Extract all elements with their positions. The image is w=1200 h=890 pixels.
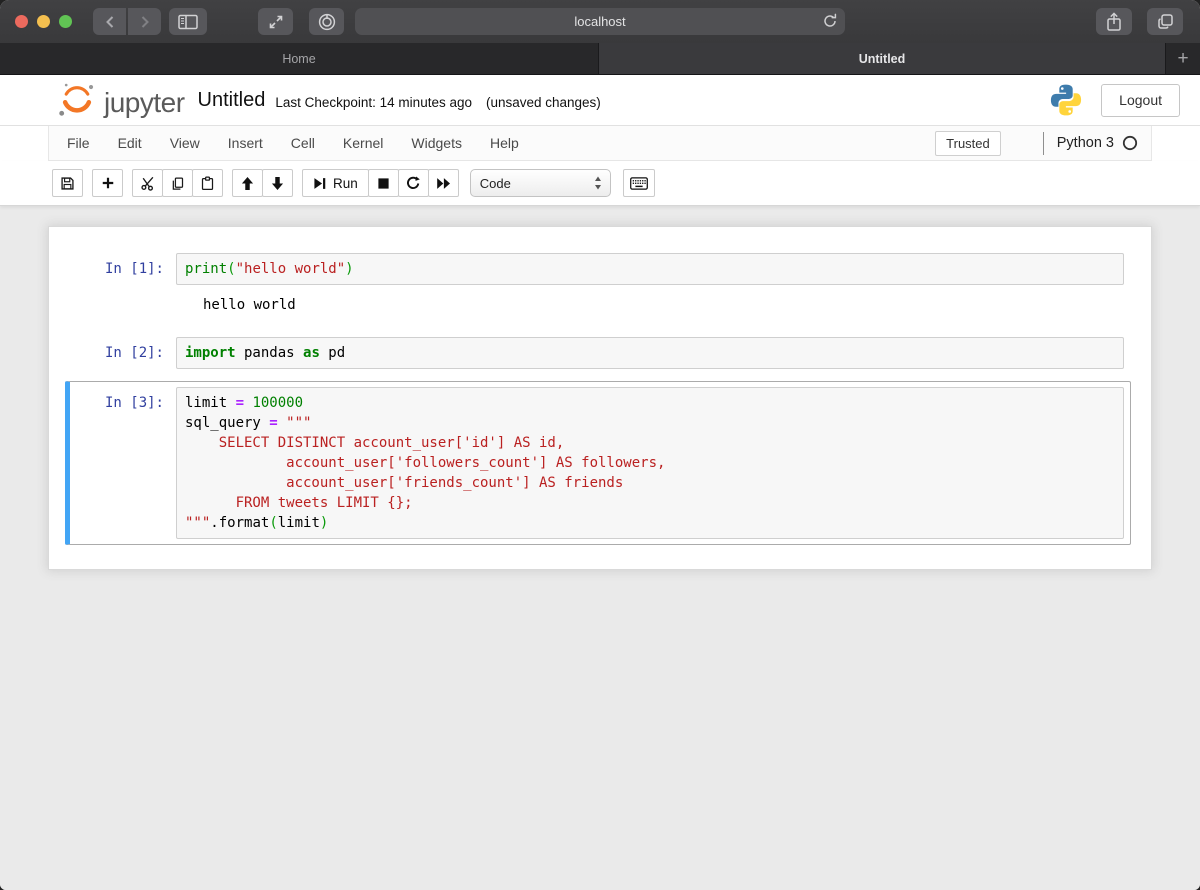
cell-type-select[interactable]: Code xyxy=(470,169,611,197)
minimize-window-button[interactable] xyxy=(37,15,50,28)
password-extension-button[interactable] xyxy=(309,8,344,35)
menu-widgets[interactable]: Widgets xyxy=(397,127,476,159)
save-icon xyxy=(60,176,75,191)
code-editor[interactable]: print("hello world") xyxy=(176,253,1124,285)
sidebar-icon xyxy=(178,14,198,30)
checkpoint-status: Last Checkpoint: 14 minutes ago xyxy=(275,91,472,110)
forward-button[interactable] xyxy=(128,8,161,35)
sidebar-toggle-button[interactable] xyxy=(169,8,207,35)
stop-icon xyxy=(377,177,390,190)
command-palette-button[interactable] xyxy=(623,169,655,197)
fast-forward-icon xyxy=(436,177,451,190)
share-button[interactable] xyxy=(1096,8,1132,35)
tab-untitled[interactable]: Untitled xyxy=(599,43,1166,74)
jupyter-logo[interactable]: jupyter xyxy=(57,82,185,118)
cut-cell-button[interactable] xyxy=(132,169,163,197)
menu-cell[interactable]: Cell xyxy=(277,127,329,159)
scissors-icon xyxy=(140,175,156,191)
menu-kernel[interactable]: Kernel xyxy=(329,127,397,159)
output-text: hello world xyxy=(203,295,296,315)
output-prompt-spacer xyxy=(70,295,176,315)
arrow-up-icon xyxy=(241,176,254,191)
code-cell-1[interactable]: In [1]: print("hello world") hello world xyxy=(65,247,1131,325)
kernel-idle-indicator xyxy=(1122,135,1138,151)
copy-cell-button[interactable] xyxy=(162,169,193,197)
run-icon xyxy=(313,177,326,190)
run-cell-button[interactable]: Run xyxy=(302,169,369,197)
move-cell-down-button[interactable] xyxy=(262,169,293,197)
copy-icon xyxy=(170,176,185,191)
tab-bar: Home Untitled + xyxy=(0,43,1200,75)
python-logo-icon xyxy=(1049,82,1083,118)
arrow-down-icon xyxy=(271,176,284,191)
kernel-circle-icon xyxy=(1122,135,1138,151)
keyhole-circle-icon xyxy=(318,13,336,31)
logout-button[interactable]: Logout xyxy=(1101,84,1180,117)
tab-overview-button[interactable] xyxy=(1147,8,1183,35)
restart-run-all-button[interactable] xyxy=(428,169,459,197)
interrupt-kernel-button[interactable] xyxy=(368,169,399,197)
save-button[interactable] xyxy=(52,169,83,197)
notebook-container: In [1]: print("hello world") hello world… xyxy=(48,226,1152,570)
reload-button[interactable] xyxy=(822,13,838,34)
notebook-title[interactable]: Untitled xyxy=(198,89,266,112)
code-cell-2[interactable]: In [2]: import pandas as pd xyxy=(65,331,1131,375)
menu-insert[interactable]: Insert xyxy=(214,127,277,159)
select-arrows-icon xyxy=(594,176,602,190)
paste-icon xyxy=(200,176,215,191)
menubar-strip: File Edit View Insert Cell Kernel Widget… xyxy=(0,125,1200,161)
chevron-right-icon xyxy=(139,15,151,29)
menu-help[interactable]: Help xyxy=(476,127,533,159)
expand-icon xyxy=(268,14,284,30)
share-icon xyxy=(1106,12,1122,32)
restart-kernel-button[interactable] xyxy=(398,169,429,197)
menu-view[interactable]: View xyxy=(156,127,214,159)
plus-icon: + xyxy=(1177,48,1188,70)
reload-icon xyxy=(822,13,838,29)
close-window-button[interactable] xyxy=(15,15,28,28)
add-cell-button[interactable] xyxy=(92,169,123,197)
address-bar[interactable]: localhost xyxy=(355,8,845,35)
plus-icon xyxy=(101,176,115,190)
notebook-header: jupyter Untitled Last Checkpoint: 14 min… xyxy=(0,75,1200,125)
run-label: Run xyxy=(333,176,358,191)
input-prompt: In [3]: xyxy=(70,387,176,539)
code-editor[interactable]: import pandas as pd xyxy=(176,337,1124,369)
fullscreen-button[interactable] xyxy=(258,8,293,35)
tab-home-label: Home xyxy=(282,52,315,66)
kernel-name: Python 3 xyxy=(1057,135,1114,151)
back-button[interactable] xyxy=(93,8,126,35)
menu-file[interactable]: File xyxy=(53,127,104,159)
jupyter-logo-text: jupyter xyxy=(104,88,185,118)
browser-chrome: localhost xyxy=(0,0,1200,43)
menu-edit[interactable]: Edit xyxy=(104,127,156,159)
chevron-left-icon xyxy=(104,15,116,29)
cell-output-area: hello world xyxy=(70,285,1124,319)
move-cell-up-button[interactable] xyxy=(232,169,263,197)
code-cell-3-selected[interactable]: In [3]: limit = 100000sql_query = """ SE… xyxy=(65,381,1131,545)
tabs-icon xyxy=(1157,13,1174,30)
tab-home[interactable]: Home xyxy=(0,43,599,74)
new-tab-button[interactable]: + xyxy=(1166,43,1200,74)
jupyter-logo-icon xyxy=(57,82,97,118)
zoom-window-button[interactable] xyxy=(59,15,72,28)
notebook-toolbar: Run Code xyxy=(0,161,1200,206)
cell-type-value: Code xyxy=(480,176,594,191)
restart-icon xyxy=(406,176,420,190)
tab-untitled-label: Untitled xyxy=(859,52,906,66)
menu-bar: File Edit View Insert Cell Kernel Widget… xyxy=(48,126,1152,161)
autosave-status: (unsaved changes) xyxy=(486,91,601,110)
keyboard-icon xyxy=(630,177,648,190)
code-editor[interactable]: limit = 100000sql_query = """ SELECT DIS… xyxy=(176,387,1124,539)
browser-window: localhost Home Untitled + xyxy=(0,0,1200,890)
notebook-body: In [1]: print("hello world") hello world… xyxy=(0,226,1200,890)
trusted-badge[interactable]: Trusted xyxy=(935,131,1001,156)
divider xyxy=(1043,132,1044,155)
paste-cell-button[interactable] xyxy=(192,169,223,197)
input-prompt: In [1]: xyxy=(70,253,176,285)
url-text: localhost xyxy=(574,14,625,29)
input-prompt: In [2]: xyxy=(70,337,176,369)
